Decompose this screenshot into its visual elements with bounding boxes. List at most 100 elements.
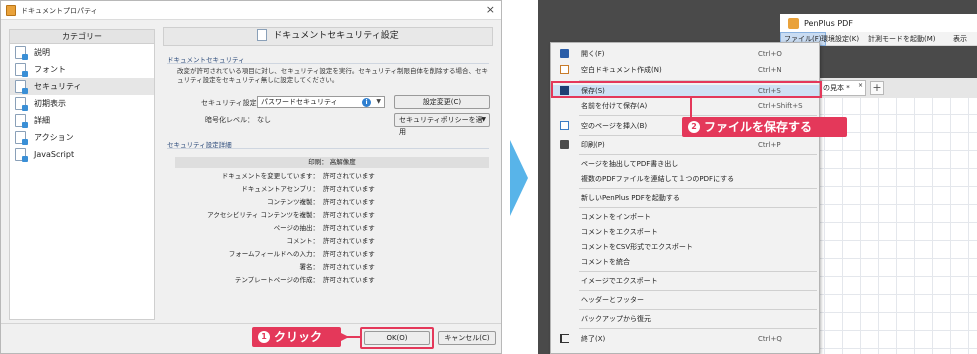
initial-view-icon — [15, 97, 28, 111]
folder-icon — [560, 49, 569, 58]
save-item-highlight — [551, 81, 822, 98]
category-label: JavaScript — [34, 150, 75, 159]
menu-preferences[interactable]: 環境設定(K) — [818, 32, 862, 46]
menu-item-label: コメントを統合 — [581, 258, 630, 266]
menu-item-label: 終了(X) — [581, 335, 606, 343]
security-description: 改変が許可されている項目に対し、セキュリティ設定を実行。セキュリティ制限自体を削… — [177, 67, 489, 84]
detail-key: ドキュメントアセンブリ： — [241, 185, 319, 193]
detail-key: ドキュメントを変更しています： — [221, 172, 319, 180]
detail-row: ドキュメントアセンブリ： 許可されています — [175, 183, 489, 195]
apply-security-policy-button[interactable]: セキュリティポリシーを適用 ▼ — [394, 113, 490, 136]
detail-row: アクセシビリティ コンテンツを複製： 許可されています — [175, 209, 489, 221]
menu-item-shortcut: Ctrl+N — [758, 66, 782, 74]
menu-separator — [579, 115, 817, 116]
menu-item-export-comments-csv[interactable]: コメントをCSV形式でエクスポート — [551, 241, 819, 253]
detail-key: コメント： — [286, 237, 320, 245]
menu-item-label: 空白ドキュメント作成(N) — [581, 66, 662, 74]
menu-item-new-blank[interactable]: 空白ドキュメント作成(N) Ctrl+N — [551, 64, 819, 76]
action-icon — [15, 131, 28, 145]
javascript-icon — [15, 148, 28, 162]
menu-item-save-as[interactable]: 名前を付けて保存(A) Ctrl+Shift+S — [551, 100, 819, 112]
menu-item-label: 開く(F) — [581, 50, 605, 58]
print-icon — [560, 140, 569, 149]
details-header: 印刷： 高解像度 — [175, 157, 489, 168]
next-step-arrow-icon — [510, 140, 528, 216]
menu-item-exit[interactable]: 終了(X) Ctrl+Q — [551, 333, 819, 345]
step-number: 1 — [258, 330, 270, 343]
menu-item-merge-pdfs[interactable]: 複数のPDFファイルを連結して１つのPDFにする — [551, 173, 819, 185]
menu-item-label: 空のページを挿入(B) — [581, 122, 648, 130]
menu-item-export-image[interactable]: イメージでエクスポート — [551, 275, 819, 287]
security-setting-label: セキュリティ設定： — [201, 99, 264, 107]
change-settings-button[interactable]: 設定変更(C) — [394, 95, 490, 109]
menu-item-label: コメントをインポート — [581, 213, 651, 221]
app-title: PenPlus PDF — [804, 19, 853, 28]
document-tab-label: の見本 * — [823, 84, 850, 92]
close-icon[interactable]: × — [486, 3, 495, 16]
penplus-logo-icon — [788, 18, 799, 29]
security-setting-select[interactable]: パスワードセキュリティ i ▼ — [257, 96, 385, 108]
category-label: アクション — [34, 133, 74, 142]
categories-header: カテゴリー — [9, 29, 155, 44]
detail-value: 許可されています — [323, 263, 375, 271]
document-properties-dialog: ドキュメントプロパティ × カテゴリー 説明 フォント セキュリティ 初期表示 … — [0, 0, 502, 354]
panel-title: ドキュメントセキュリティ設定 — [163, 27, 493, 46]
detail-value: 許可されています — [323, 211, 375, 219]
divider — [167, 63, 489, 64]
step2-callout: 2 ファイルを保存する — [682, 117, 847, 137]
detail-row: テンプレートページの作成： 許可されています — [175, 274, 489, 286]
menu-item-export-comments[interactable]: コメントをエクスポート — [551, 226, 819, 238]
detail-key: ページの抽出： — [273, 224, 319, 232]
category-item-description[interactable]: 説明 — [10, 44, 154, 61]
detail-row: ドキュメントを変更しています： 許可されています — [175, 170, 489, 182]
dialog-titlebar: ドキュメントプロパティ × — [1, 1, 501, 20]
advanced-icon — [15, 114, 28, 128]
menu-item-print[interactable]: 印刷(P) Ctrl+P — [551, 139, 819, 151]
chevron-down-icon: ▼ — [376, 98, 381, 105]
category-item-initial-view[interactable]: 初期表示 — [10, 95, 154, 112]
menu-item-restore-backup[interactable]: バックアップから復元 — [551, 313, 819, 325]
menu-separator — [579, 207, 817, 208]
menu-measure-mode[interactable]: 計測モードを起動(M) — [865, 32, 939, 46]
detail-key: アクセシビリティ コンテンツを複製： — [207, 211, 319, 219]
menu-item-import-comments[interactable]: コメントをインポート — [551, 211, 819, 223]
step1-callout: 1 クリック — [252, 327, 341, 347]
new-tab-button[interactable]: + — [870, 81, 884, 95]
divider — [167, 148, 489, 149]
detail-value: 許可されています — [323, 276, 375, 284]
menu-item-label: ヘッダーとフッター — [581, 296, 644, 304]
detail-row: フォームフィールドへの入力： 許可されています — [175, 248, 489, 260]
document-tab[interactable]: の見本 * × — [818, 80, 866, 96]
encryption-level-label: 暗号化レベル： — [205, 116, 254, 124]
menu-view[interactable]: 表示 — [950, 32, 970, 46]
callout-connector — [690, 97, 692, 117]
menu-item-header-footer[interactable]: ヘッダーとフッター — [551, 294, 819, 306]
category-label: フォント — [34, 65, 66, 74]
menu-item-open[interactable]: 開く(F) Ctrl+O — [551, 48, 819, 60]
menu-item-label: 印刷(P) — [581, 141, 605, 149]
menu-item-label: 名前を付けて保存(A) — [581, 102, 648, 110]
new-document-icon — [560, 65, 569, 74]
cancel-button[interactable]: キャンセル(C) — [438, 331, 496, 345]
dialog-title: ドキュメントプロパティ — [21, 7, 98, 15]
category-list: 説明 フォント セキュリティ 初期表示 詳細 アクション JavaScript — [9, 44, 155, 320]
menu-item-merge-comments[interactable]: コメントを統合 — [551, 256, 819, 268]
penplus-app-window: PenPlus PDF ファイル(F) 環境設定(K) 計測モードを起動(M) … — [538, 0, 977, 354]
category-item-action[interactable]: アクション — [10, 129, 154, 146]
detail-value: 許可されています — [323, 172, 375, 180]
menu-separator — [579, 290, 817, 291]
exit-icon — [560, 334, 569, 343]
menu-item-label: ページを抽出してPDF書き出し — [581, 160, 679, 168]
category-item-security[interactable]: セキュリティ — [10, 78, 154, 95]
category-item-advanced[interactable]: 詳細 — [10, 112, 154, 129]
menu-item-extract-pages[interactable]: ページを抽出してPDF書き出し — [551, 158, 819, 170]
detail-row: コメント： 許可されています — [175, 235, 489, 247]
category-item-font[interactable]: フォント — [10, 61, 154, 78]
detail-value: 許可されています — [323, 198, 375, 206]
panel-title-text: ドキュメントセキュリティ設定 — [273, 31, 399, 41]
category-item-javascript[interactable]: JavaScript — [10, 146, 154, 163]
close-tab-icon[interactable]: × — [858, 79, 863, 93]
category-label: 説明 — [34, 48, 50, 57]
menu-item-new-window[interactable]: 新しいPenPlus PDFを起動する — [551, 192, 819, 204]
info-icon: i — [362, 98, 371, 107]
